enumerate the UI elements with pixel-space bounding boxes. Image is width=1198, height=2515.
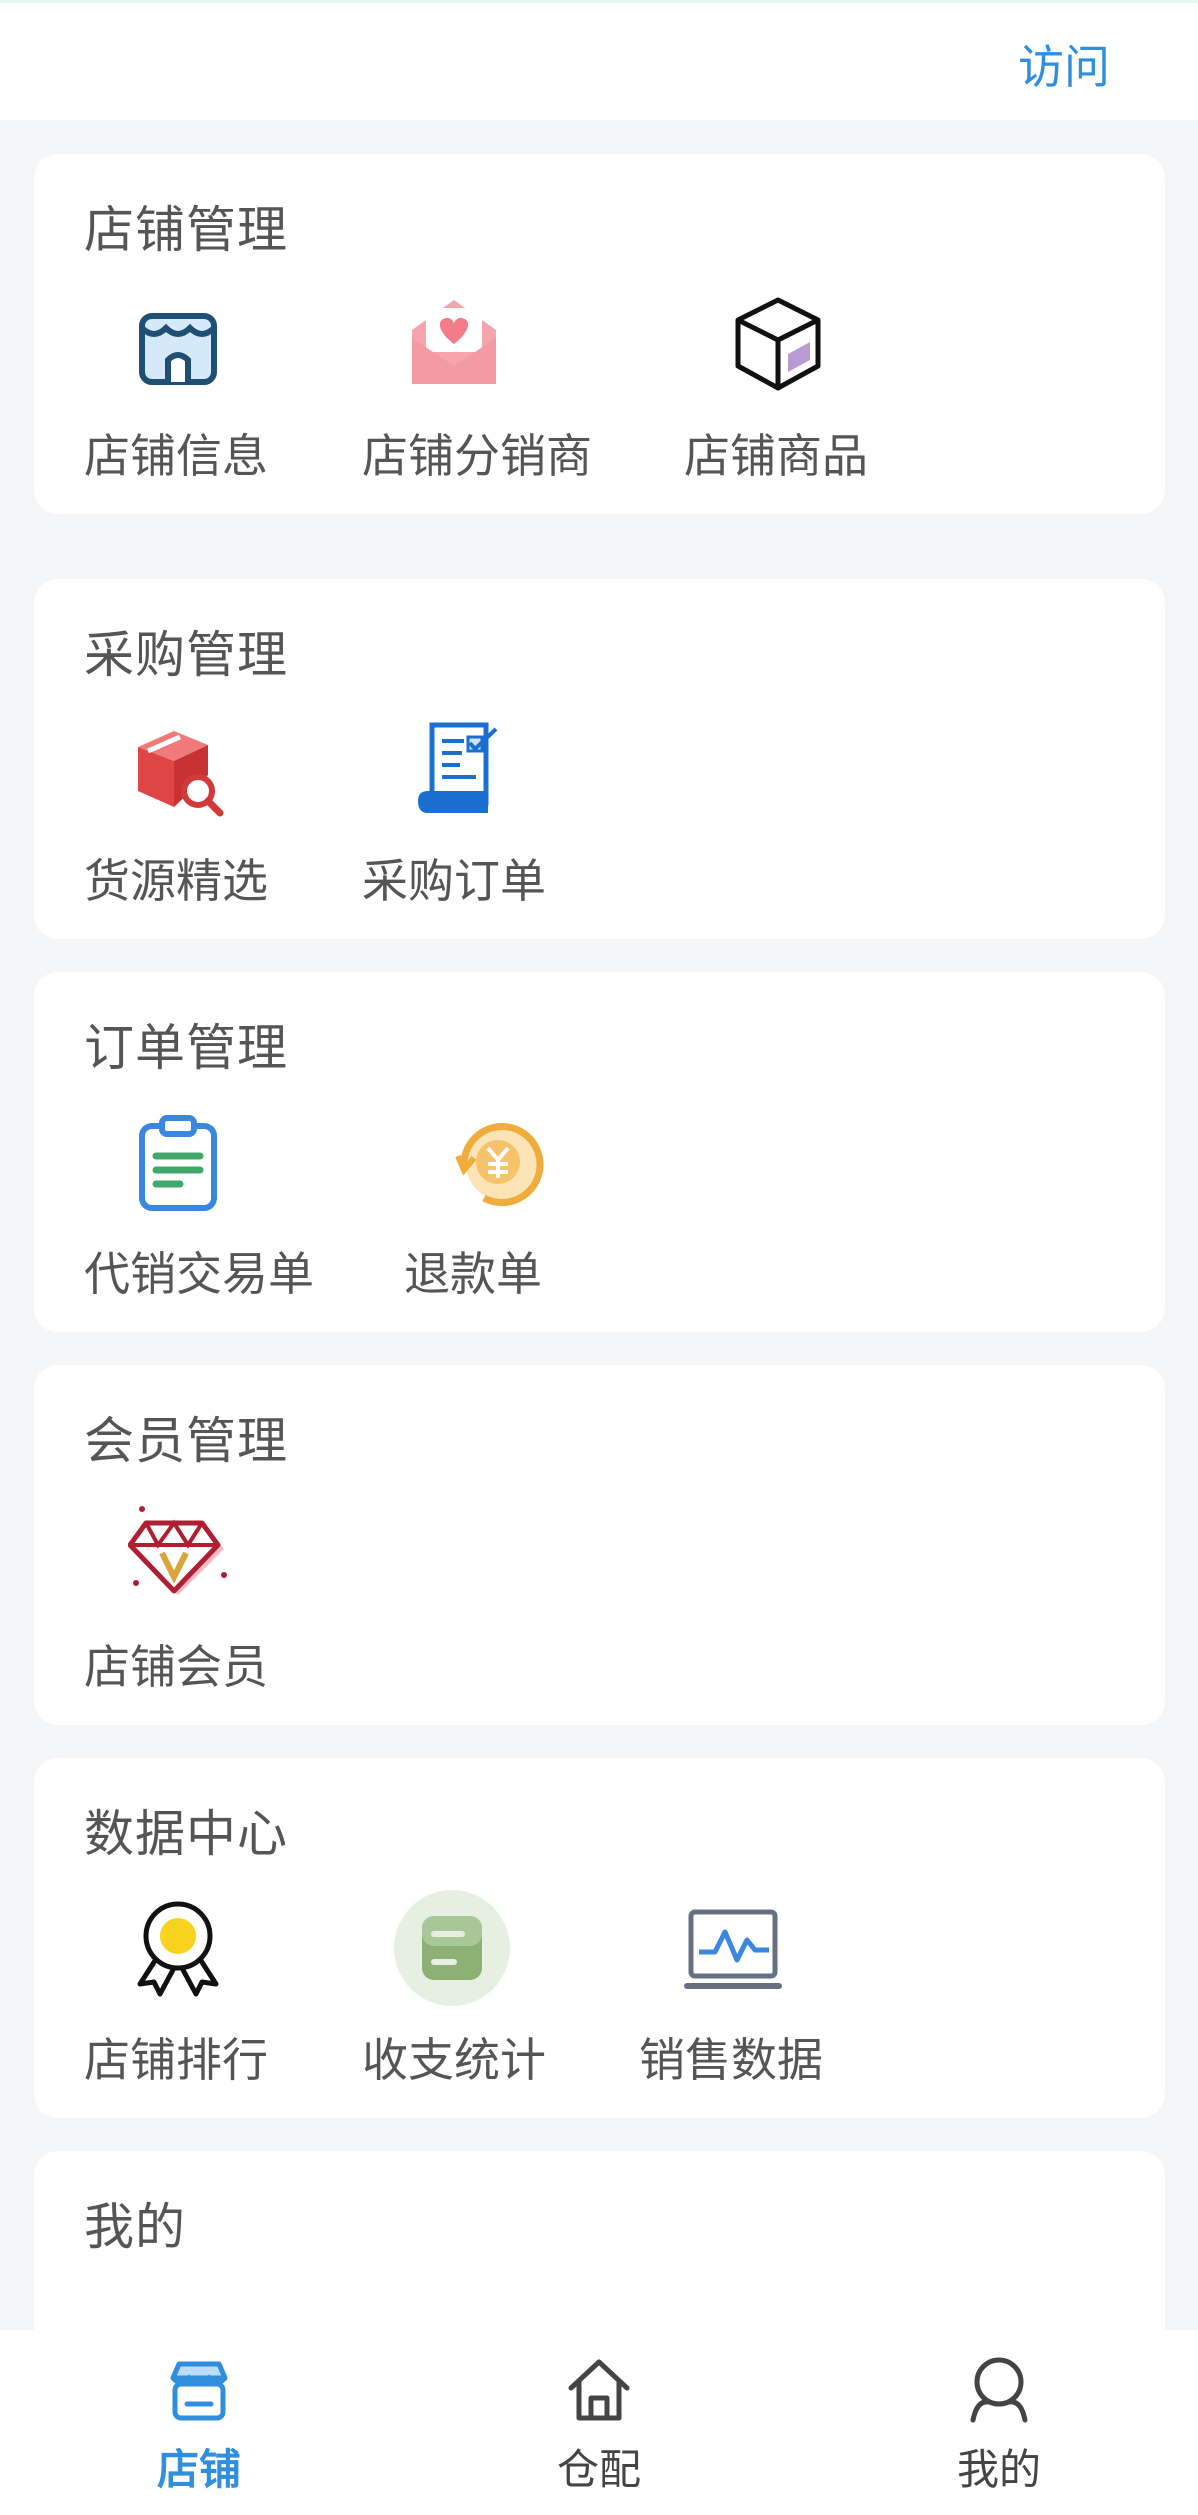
box-icon — [735, 297, 821, 391]
item-label: 店铺商品 — [684, 429, 868, 483]
storefront-icon — [139, 313, 217, 385]
chart-monitor-icon — [684, 1909, 782, 1989]
wallet-icon — [394, 1890, 510, 2006]
tab-label: 店铺 — [156, 2445, 241, 2494]
clipboard-icon — [139, 1115, 217, 1211]
order-management-card: 订单管理 代销交易单 退款单 — [34, 972, 1165, 1332]
item-label: 收支统计 — [362, 2033, 546, 2087]
tab-label: 仓配 — [556, 2445, 641, 2494]
item-label: 货源精选 — [84, 854, 268, 908]
box-search-icon — [138, 731, 224, 817]
store-ranking-item[interactable]: 店铺排行 — [84, 1898, 274, 2088]
data-center-card: 数据中心 店铺排行 收支统计 销售数据 — [34, 1758, 1165, 2118]
purchase-management-card: 采购管理 货源精选 采购订单 — [34, 579, 1165, 939]
user-tab-icon — [970, 2357, 1028, 2423]
tab-label: 我的 — [956, 2445, 1041, 2494]
section-title: 店铺管理 — [84, 201, 288, 259]
award-ribbon-icon — [137, 1901, 219, 1997]
store-tab-icon — [170, 2361, 228, 2421]
home-tab-icon — [568, 2359, 630, 2421]
tab-store[interactable]: 店铺 — [79, 2330, 319, 2515]
consignment-order-item[interactable]: 代销交易单 — [84, 1112, 324, 1302]
tab-warehouse[interactable]: 仓配 — [479, 2330, 719, 2515]
heart-envelope-icon — [412, 300, 496, 384]
section-title: 数据中心 — [84, 1805, 288, 1863]
section-title: 订单管理 — [84, 1019, 288, 1077]
item-label: 销售数据 — [639, 2033, 823, 2087]
item-label: 代销交易单 — [84, 1247, 314, 1301]
store-distributor-item[interactable]: 店铺分销商 — [362, 294, 592, 484]
top-bar: 访问 — [0, 0, 1198, 120]
store-goods-item[interactable]: 店铺商品 — [684, 294, 874, 484]
section-title: 会员管理 — [84, 1412, 288, 1470]
purchase-order-item[interactable]: 采购订单 — [362, 719, 552, 909]
store-member-item[interactable]: 店铺会员 — [84, 1505, 274, 1695]
item-label: 店铺排行 — [84, 2033, 268, 2087]
sales-data-item[interactable]: 销售数据 — [639, 1898, 829, 2088]
item-label: 采购订单 — [362, 854, 546, 908]
mine-card: 我的 — [34, 2151, 1165, 2351]
item-label: 退款单 — [404, 1247, 542, 1301]
section-title: 我的 — [84, 2198, 186, 2256]
store-management-card: 店铺管理 店铺信息 店铺分销商 店铺商品 — [34, 154, 1165, 514]
document-check-icon — [418, 722, 498, 813]
item-label: 店铺会员 — [84, 1640, 268, 1694]
section-title: 采购管理 — [84, 626, 288, 684]
bottom-tab-bar: 店铺 仓配 我的 — [0, 2330, 1198, 2515]
member-management-card: 会员管理 店铺会员 — [34, 1365, 1165, 1725]
store-info-item[interactable]: 店铺信息 — [84, 294, 274, 484]
refund-order-item[interactable]: 退款单 — [404, 1112, 594, 1302]
visit-link[interactable]: 访问 — [1018, 31, 1110, 97]
diamond-vip-icon — [128, 1506, 227, 1595]
item-label: 店铺信息 — [84, 429, 268, 483]
source-select-item[interactable]: 货源精选 — [84, 719, 274, 909]
income-expense-item[interactable]: 收支统计 — [362, 1890, 552, 2088]
yuan-refund-icon — [455, 1123, 544, 1207]
tab-mine[interactable]: 我的 — [879, 2330, 1119, 2515]
item-label: 店铺分销商 — [362, 429, 592, 483]
